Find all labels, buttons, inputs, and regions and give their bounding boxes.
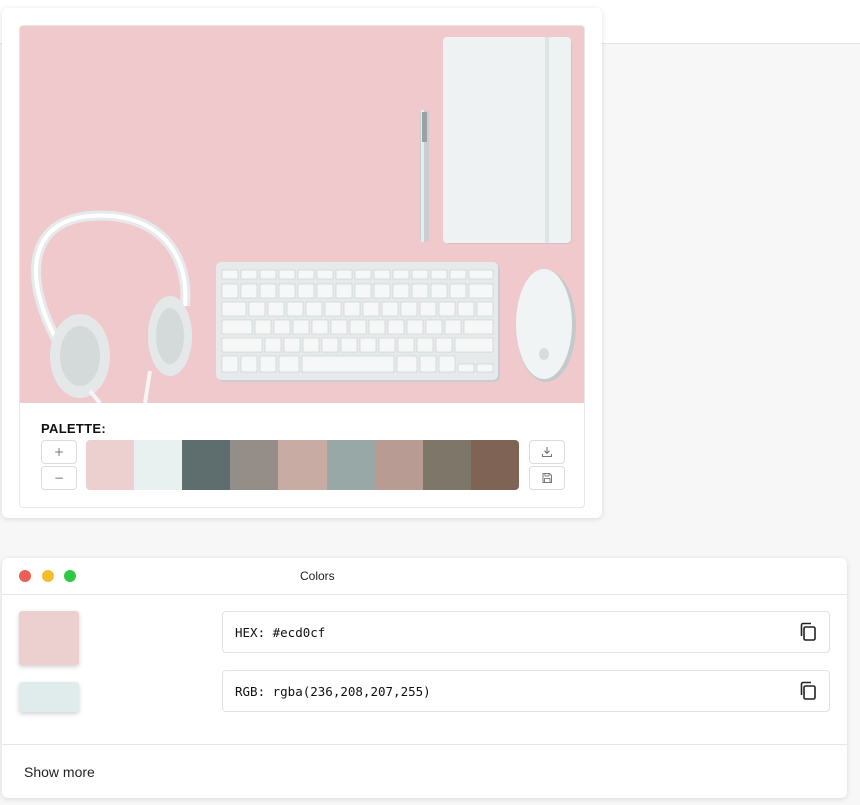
palette-title: PALETTE: xyxy=(41,421,106,436)
minimize-window-button[interactable] xyxy=(42,570,54,582)
window-titlebar: Colors xyxy=(2,558,847,595)
save-button[interactable] xyxy=(529,466,565,490)
palette-swatch[interactable] xyxy=(278,440,327,490)
save-icon xyxy=(542,473,552,483)
window-title: Colors xyxy=(300,569,335,583)
palette-swatch[interactable] xyxy=(374,440,423,490)
palette-card-inner: PALETTE: + − xyxy=(19,25,585,508)
secondary-color-swatch[interactable] xyxy=(19,682,79,712)
hex-field: HEX: #ecd0cf xyxy=(222,611,830,653)
palette-card: PALETTE: + − xyxy=(2,8,602,518)
palette-swatch[interactable] xyxy=(422,440,471,490)
remove-color-button[interactable]: − xyxy=(41,466,77,490)
add-color-button[interactable]: + xyxy=(41,440,77,464)
palette-swatch[interactable] xyxy=(230,440,279,490)
copy-icon[interactable] xyxy=(799,681,817,701)
selected-color-swatch[interactable] xyxy=(19,611,79,665)
palette-swatches xyxy=(86,440,519,490)
desk-photo xyxy=(20,26,584,403)
palette-swatch[interactable] xyxy=(86,440,135,490)
maximize-window-button[interactable] xyxy=(64,570,76,582)
palette-swatch[interactable] xyxy=(182,440,231,490)
palette-swatch[interactable] xyxy=(470,440,519,490)
download-button[interactable] xyxy=(529,440,565,464)
close-window-button[interactable] xyxy=(19,570,31,582)
download-icon xyxy=(541,447,553,458)
source-image xyxy=(20,26,584,403)
colors-window: Colors HEX: #ecd0cf RGB: rgba(236,208,20… xyxy=(2,558,847,798)
window-footer: Show more xyxy=(2,744,847,798)
rgb-field: RGB: rgba(236,208,207,255) xyxy=(222,670,830,712)
palette-swatch[interactable] xyxy=(134,440,183,490)
show-more-link[interactable]: Show more xyxy=(24,764,95,780)
rgb-value: RGB: rgba(236,208,207,255) xyxy=(235,684,431,699)
copy-icon[interactable] xyxy=(799,622,817,642)
palette-swatch[interactable] xyxy=(326,440,375,490)
hex-value: HEX: #ecd0cf xyxy=(235,625,326,640)
